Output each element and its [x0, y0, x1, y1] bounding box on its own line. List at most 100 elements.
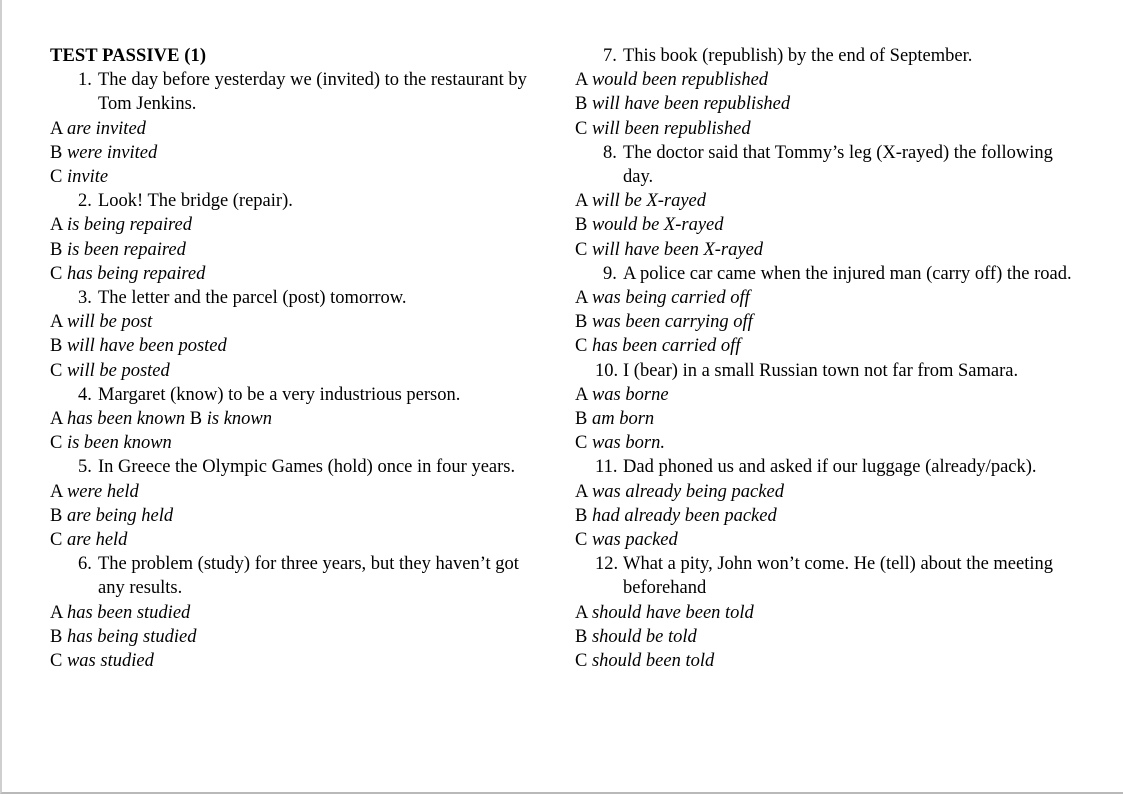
option-text: had already been packed	[591, 505, 777, 526]
question-number: 7.	[603, 46, 617, 66]
option-text: should been told	[591, 651, 715, 672]
question-body: This book (republish) by the end of Sept…	[623, 46, 973, 66]
option-letter: A	[50, 409, 63, 430]
option-letter: B	[575, 312, 588, 333]
answer-option[interactable]: A will be X-rayed	[575, 189, 1072, 213]
answer-option[interactable]: B was been carrying off	[575, 310, 1072, 334]
question-block: 1. The day before yesterday we (invited) …	[50, 68, 547, 189]
question-block: 12. What a pity, John won’t come. He (tel…	[575, 552, 1072, 673]
answer-option[interactable]: A would been republished	[575, 68, 1072, 92]
answer-option[interactable]: C is been known	[50, 431, 547, 455]
option-text: was been carrying off	[591, 312, 753, 333]
option-letter: A	[50, 215, 63, 236]
answer-option[interactable]: C will been republished	[575, 117, 1072, 141]
option-letter: C	[50, 530, 63, 551]
question-body: The doctor said that Tommy’s leg (X-raye…	[623, 142, 1053, 188]
question-number: 2.	[78, 191, 92, 212]
question-block: 9. A police car came when the injured man…	[575, 262, 1072, 359]
answer-option[interactable]: A are invited	[50, 117, 547, 141]
question-text: 3. The letter and the parcel (post) tomor…	[50, 286, 547, 310]
question-number: 10.	[595, 360, 619, 381]
answer-option[interactable]: C should been told	[575, 649, 1072, 673]
answer-option[interactable]: B are being held	[50, 504, 547, 528]
question-body: Look! The bridge (repair).	[98, 191, 293, 212]
answer-option[interactable]: B had already been packed	[575, 504, 1072, 528]
option-text: are invited	[66, 118, 146, 139]
answer-option[interactable]: B am born	[575, 407, 1072, 431]
option-text: was already being packed	[591, 481, 784, 502]
answer-option[interactable]: C has being repaired	[50, 262, 547, 286]
answer-option[interactable]: C was studied	[50, 649, 547, 673]
answer-option[interactable]: C was born.	[575, 431, 1072, 455]
answer-option[interactable]: B should be told	[575, 625, 1072, 649]
left-column: TEST PASSIVE (1) 1. The day before yester…	[50, 44, 547, 673]
option-letter: B	[50, 142, 63, 163]
right-column-questions: 7. This book (republish) by the end of Se…	[575, 44, 1072, 673]
answer-option[interactable]: C invite	[50, 165, 547, 189]
question-number: 9.	[603, 263, 617, 284]
question-body: The problem (study) for three years, but…	[98, 554, 519, 599]
option-letter: B	[189, 409, 203, 430]
option-text: has being repaired	[66, 263, 206, 284]
option-text: has been carried off	[591, 336, 741, 357]
answer-option[interactable]: B will have been posted	[50, 334, 547, 358]
answer-option[interactable]: A was borne	[575, 383, 1072, 407]
option-text: is known	[206, 409, 273, 430]
question-number: 8.	[603, 142, 617, 163]
answer-option[interactable]: C has been carried off	[575, 334, 1072, 358]
answer-option[interactable]: B has being studied	[50, 625, 547, 649]
question-block: 2. Look! The bridge (repair). A is being r…	[50, 189, 547, 286]
option-letter: B	[50, 239, 63, 260]
right-column: 7. This book (republish) by the end of Se…	[575, 44, 1072, 673]
answer-option[interactable]: C was packed	[575, 528, 1072, 552]
answer-option[interactable]: C are held	[50, 528, 547, 552]
answer-option[interactable]: B would be X-rayed	[575, 213, 1072, 237]
option-letter: B	[575, 409, 588, 430]
option-letter: A	[50, 312, 63, 333]
question-text: 1. The day before yesterday we (invited) …	[50, 68, 547, 116]
answer-option[interactable]: B will have been republished	[575, 92, 1072, 116]
question-body: In Greece the Olympic Games (hold) once …	[98, 457, 516, 478]
answer-option[interactable]: A were held	[50, 480, 547, 504]
option-text: are held	[66, 530, 128, 551]
question-number: 3.	[78, 288, 92, 309]
answer-option[interactable]: A is being repaired	[50, 213, 547, 237]
answer-option[interactable]: A was being carried off	[575, 286, 1072, 310]
question-block: 11. Dad phoned us and asked if our luggag…	[575, 455, 1072, 552]
question-body: I (bear) in a small Russian town not far…	[623, 360, 1019, 381]
option-text: are being held	[66, 505, 174, 526]
answer-option[interactable]: A has been known B is known	[50, 407, 547, 431]
answer-option[interactable]: A should have been told	[575, 601, 1072, 625]
question-block: 8. The doctor said that Tommy’s leg (X-ra…	[575, 141, 1072, 262]
option-letter: C	[50, 433, 63, 454]
question-text: 2. Look! The bridge (repair).	[50, 189, 547, 213]
option-letter: C	[575, 239, 588, 260]
option-letter: C	[575, 530, 588, 551]
question-text: 9. A police car came when the injured man…	[575, 262, 1072, 286]
question-text: 4. Margaret (know) to be a very industrio…	[50, 383, 547, 407]
answer-option[interactable]: B were invited	[50, 141, 547, 165]
option-letter: C	[50, 167, 63, 188]
answer-option[interactable]: A was already being packed	[575, 480, 1072, 504]
option-text: should be told	[591, 626, 697, 647]
option-text: has being studied	[66, 626, 197, 647]
option-text: was born.	[591, 433, 665, 454]
option-text: has been known	[66, 409, 186, 430]
option-letter: A	[575, 191, 588, 212]
question-body: Dad phoned us and asked if our luggage (…	[623, 457, 1037, 478]
option-letter: B	[50, 336, 63, 357]
option-text: were held	[66, 481, 139, 502]
answer-option[interactable]: A will be post	[50, 310, 547, 334]
option-letter: B	[575, 94, 588, 115]
answer-option[interactable]: A has been studied	[50, 601, 547, 625]
question-text: 11. Dad phoned us and asked if our luggag…	[575, 455, 1072, 479]
answer-option[interactable]: C will have been X-rayed	[575, 238, 1072, 262]
option-text: would been republished	[591, 70, 769, 91]
document-page: TEST PASSIVE (1) 1. The day before yester…	[0, 0, 1123, 794]
option-letter: C	[50, 651, 63, 672]
answer-option[interactable]: C will be posted	[50, 359, 547, 383]
option-letter: B	[575, 505, 588, 526]
question-block: 7. This book (republish) by the end of Se…	[575, 44, 1072, 141]
answer-option[interactable]: B is been repaired	[50, 238, 547, 262]
option-letter: B	[575, 215, 588, 236]
